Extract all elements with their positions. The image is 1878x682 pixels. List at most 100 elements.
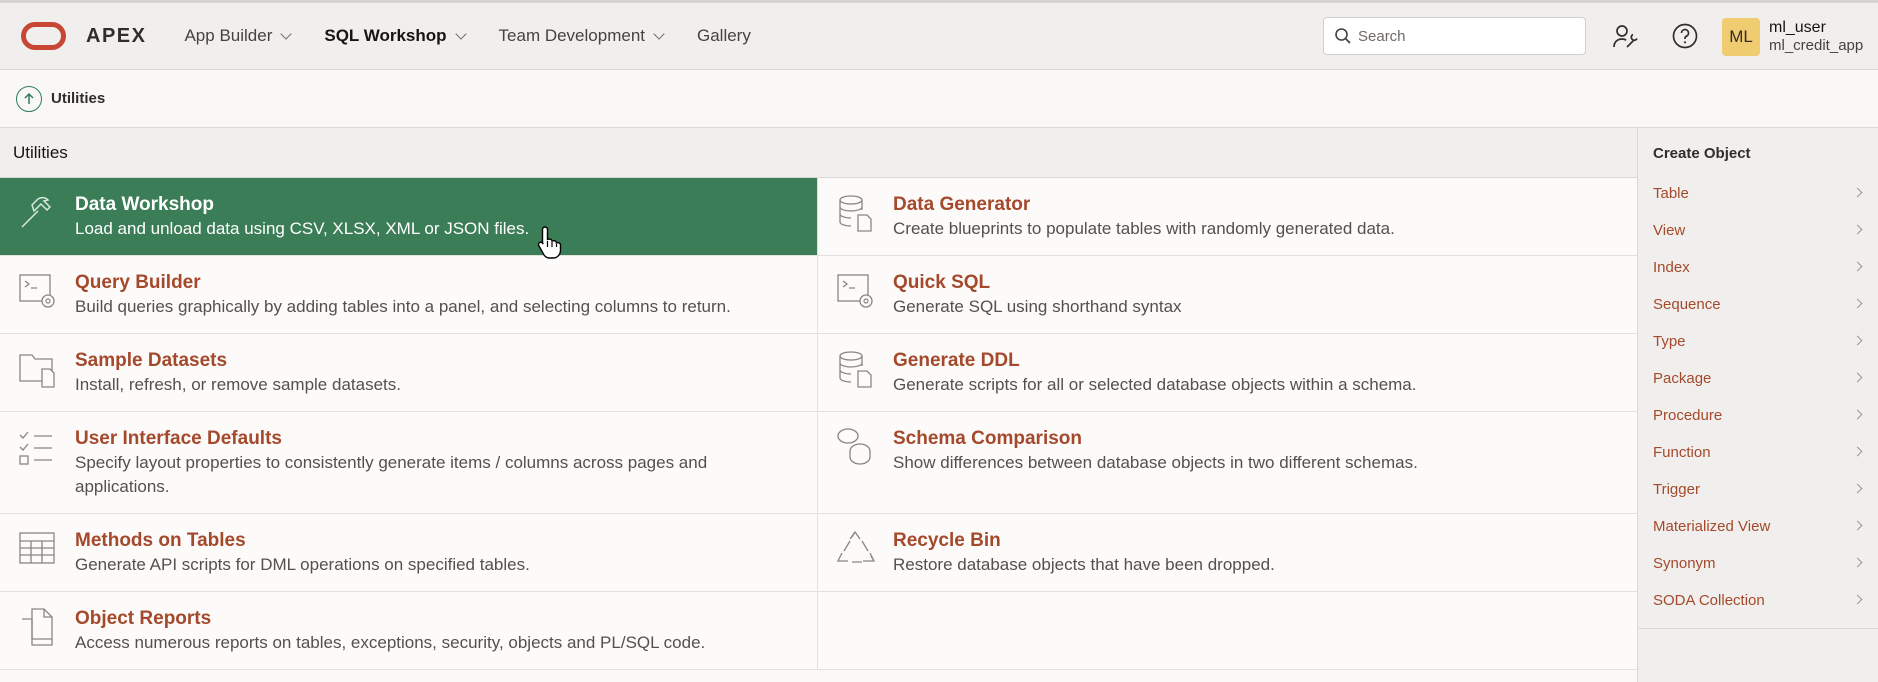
user-name: ml_user xyxy=(1769,19,1826,36)
card-generate-ddl[interactable]: Generate DDL Generate scripts for all or… xyxy=(818,334,1637,412)
card-description: Restore database objects that have been … xyxy=(893,555,1275,574)
terminal-gear-icon xyxy=(837,274,873,308)
compare-databases-icon xyxy=(837,428,871,465)
card-description: Generate SQL using shorthand syntax xyxy=(893,297,1182,316)
chevron-down-icon xyxy=(280,27,293,40)
terminal-gear-icon xyxy=(19,274,55,308)
card-title: Schema Comparison xyxy=(893,428,1082,449)
create-type-link[interactable]: Type xyxy=(1638,323,1878,360)
card-data-workshop[interactable]: Data Workshop Load and unload data using… xyxy=(0,178,818,256)
card-object-reports[interactable]: Object Reports Access numerous reports o… xyxy=(0,592,818,670)
oracle-logo[interactable]: APEX xyxy=(21,22,146,50)
nav-app-builder[interactable]: App Builder xyxy=(184,26,293,46)
nav-gallery[interactable]: Gallery xyxy=(697,26,751,46)
link-label: View xyxy=(1653,222,1686,239)
checklist-icon xyxy=(19,431,52,465)
chevron-right-icon xyxy=(1852,557,1863,568)
breadcrumb-current[interactable]: Utilities xyxy=(51,90,105,107)
card-title: Generate DDL xyxy=(893,350,1020,371)
main-nav: App Builder SQL Workshop Team Developmen… xyxy=(184,26,784,46)
chevron-down-icon xyxy=(454,27,467,40)
nav-team-development[interactable]: Team Development xyxy=(499,26,665,46)
link-label: Table xyxy=(1653,185,1689,202)
brand-name: APEX xyxy=(86,24,147,47)
create-procedure-link[interactable]: Procedure xyxy=(1638,397,1878,434)
database-doc-icon xyxy=(839,195,872,232)
card-description: Install, refresh, or remove sample datas… xyxy=(75,375,401,394)
card-description: Generate scripts for all or selected dat… xyxy=(893,375,1417,394)
create-soda-collection-link[interactable]: SODA Collection xyxy=(1638,582,1878,619)
card-description: Show differences between database object… xyxy=(893,453,1418,472)
create-object-panel: Create Object Table View Index Sequence … xyxy=(1637,128,1878,682)
card-title: Quick SQL xyxy=(893,272,991,293)
card-description: Specify layout properties to consistentl… xyxy=(75,453,708,496)
create-index-link[interactable]: Index xyxy=(1638,249,1878,286)
documents-icon xyxy=(22,608,53,646)
main-content: Utilities Data Workshop Load and unload … xyxy=(0,128,1637,682)
panel-title: Create Object xyxy=(1653,145,1751,162)
chevron-down-icon xyxy=(653,27,665,40)
card-title: Object Reports xyxy=(75,608,212,629)
card-data-generator[interactable]: Data Generator Create blueprints to popu… xyxy=(818,178,1637,256)
card-title: Data Workshop xyxy=(75,194,215,215)
create-materialized-view-link[interactable]: Materialized View xyxy=(1638,508,1878,545)
table-grid-icon xyxy=(19,532,55,564)
card-title: User Interface Defaults xyxy=(75,428,282,449)
breadcrumb: Utilities xyxy=(0,70,1878,128)
card-sample-datasets[interactable]: Sample Datasets Install, refresh, or rem… xyxy=(0,334,818,412)
create-view-link[interactable]: View xyxy=(1638,212,1878,249)
create-table-link[interactable]: Table xyxy=(1638,175,1878,212)
search-icon xyxy=(1335,28,1351,44)
recycle-icon xyxy=(836,530,876,563)
link-label: SODA Collection xyxy=(1653,592,1765,609)
create-object-list: Table View Index Sequence Type Package P… xyxy=(1638,175,1878,619)
parent-page-button[interactable] xyxy=(16,85,42,112)
create-function-link[interactable]: Function xyxy=(1638,434,1878,471)
card-recycle-bin[interactable]: Recycle Bin Restore database objects tha… xyxy=(818,514,1637,592)
card-quick-sql[interactable]: Quick SQL Generate SQL using shorthand s… xyxy=(818,256,1637,334)
region-title: Utilities xyxy=(0,128,1637,178)
create-synonym-link[interactable]: Synonym xyxy=(1638,545,1878,582)
hammer-icon xyxy=(21,196,52,228)
card-user-interface-defaults[interactable]: User Interface Defaults Specify layout p… xyxy=(0,412,818,514)
chevron-right-icon xyxy=(1852,187,1863,198)
create-trigger-link[interactable]: Trigger xyxy=(1638,471,1878,508)
link-label: Index xyxy=(1653,259,1690,276)
link-label: Sequence xyxy=(1653,296,1721,313)
card-title: Data Generator xyxy=(893,194,1031,215)
chevron-right-icon xyxy=(1852,335,1863,346)
link-label: Package xyxy=(1653,370,1712,387)
help-button[interactable] xyxy=(1670,21,1700,51)
nav-label: Gallery xyxy=(697,26,751,45)
card-description: Load and unload data using CSV, XLSX, XM… xyxy=(75,219,530,238)
card-description: Build queries graphically by adding tabl… xyxy=(75,297,731,316)
top-header: APEX App Builder SQL Workshop Team Devel… xyxy=(0,0,1878,70)
link-label: Procedure xyxy=(1653,407,1723,424)
utilities-grid: Data Workshop Load and unload data using… xyxy=(0,178,1637,670)
administration-button[interactable] xyxy=(1611,21,1641,51)
link-label: Materialized View xyxy=(1653,518,1771,535)
chevron-right-icon xyxy=(1852,594,1863,605)
card-description: Create blueprints to populate tables wit… xyxy=(893,219,1395,238)
chevron-right-icon xyxy=(1852,483,1863,494)
workspace-name: ml_credit_app xyxy=(1769,37,1864,54)
search-box[interactable] xyxy=(1323,17,1586,55)
chevron-right-icon xyxy=(1852,446,1863,457)
card-query-builder[interactable]: Query Builder Build queries graphically … xyxy=(0,256,818,334)
oracle-logo-icon xyxy=(21,22,66,50)
card-methods-on-tables[interactable]: Methods on Tables Generate API scripts f… xyxy=(0,514,818,592)
create-sequence-link[interactable]: Sequence xyxy=(1638,286,1878,323)
create-package-link[interactable]: Package xyxy=(1638,360,1878,397)
card-description: Generate API scripts for DML operations … xyxy=(75,555,530,574)
chevron-right-icon xyxy=(1852,224,1863,235)
search-input[interactable] xyxy=(1358,27,1578,45)
card-schema-comparison[interactable]: Schema Comparison Show differences betwe… xyxy=(818,412,1637,514)
user-menu[interactable]: ML ml_user ml_credit_app xyxy=(1722,18,1863,56)
empty-cell xyxy=(818,592,1637,670)
avatar: ML xyxy=(1722,18,1760,56)
nav-label: App Builder xyxy=(184,26,273,45)
user-wrench-icon xyxy=(1613,25,1638,48)
nav-sql-workshop[interactable]: SQL Workshop xyxy=(324,26,467,46)
chevron-right-icon xyxy=(1852,372,1863,383)
database-doc-icon xyxy=(839,351,872,388)
